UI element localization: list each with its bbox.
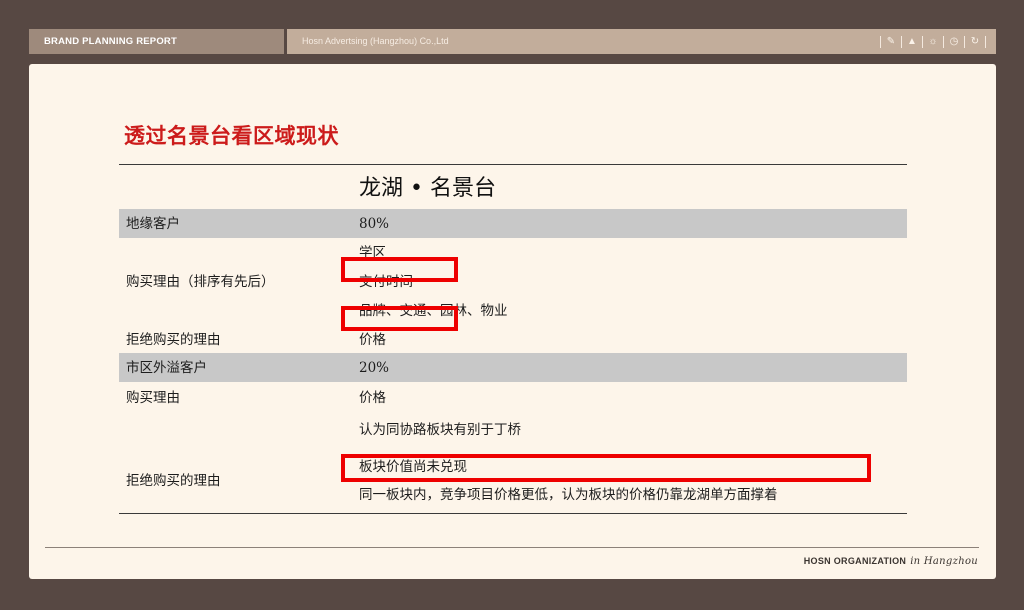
footer-rule bbox=[45, 547, 979, 548]
company-bar: Hosn Advertsing (Hangzhou) Co.,Ltd ✎ ▲ ☼… bbox=[287, 29, 996, 54]
footer-city: in Hangzhou bbox=[910, 556, 978, 567]
row-label: 拒绝购买的理由 bbox=[126, 332, 221, 348]
divider bbox=[964, 35, 965, 48]
row-value: 20% bbox=[359, 360, 390, 376]
toolbar-icons: ✎ ▲ ☼ ◷ ↻ bbox=[876, 29, 990, 54]
row-band bbox=[119, 209, 907, 238]
top-bar: BRAND PLANNING REPORT Hosn Advertsing (H… bbox=[29, 29, 996, 54]
table-top-rule bbox=[119, 164, 907, 165]
footer-org: HOSN ORGANIZATION bbox=[803, 556, 907, 566]
row-value: 价格 bbox=[359, 390, 386, 406]
sun-icon[interactable]: ☼ bbox=[927, 36, 939, 48]
row-value: 同一板块内，竞争项目价格更低，认为板块的价格仍靠龙湖单方面撑着 bbox=[359, 487, 778, 503]
divider bbox=[901, 35, 902, 48]
table-bottom-rule bbox=[119, 513, 907, 514]
divider bbox=[985, 35, 986, 48]
row-label: 购买理由 bbox=[126, 390, 180, 406]
slide: 透过名景台看区域现状 龙湖 • 名景台 地缘客户 80% 学区 购买理由（排序有… bbox=[29, 64, 996, 579]
row-label: 拒绝购买的理由 bbox=[126, 473, 221, 489]
row-value: 价格 bbox=[359, 332, 386, 348]
highlight-box bbox=[341, 454, 871, 482]
row-band bbox=[119, 353, 907, 382]
pencil-icon[interactable]: ✎ bbox=[885, 36, 897, 48]
lamp-icon[interactable]: ▲ bbox=[906, 36, 918, 48]
report-title: BRAND PLANNING REPORT bbox=[29, 29, 284, 54]
divider bbox=[880, 35, 881, 48]
row-label: 地缘客户 bbox=[126, 216, 180, 232]
divider bbox=[943, 35, 944, 48]
row-value: 认为同协路板块有别于丁桥 bbox=[359, 422, 521, 438]
column-header: 龙湖 • 名景台 bbox=[359, 176, 496, 201]
divider bbox=[922, 35, 923, 48]
highlight-box bbox=[341, 257, 458, 282]
clock-icon[interactable]: ◷ bbox=[948, 36, 960, 48]
footer: HOSN ORGANIZATION in Hangzhou bbox=[804, 556, 978, 567]
company-name: Hosn Advertsing (Hangzhou) Co.,Ltd bbox=[302, 36, 449, 46]
highlight-box bbox=[341, 306, 458, 331]
row-value: 80% bbox=[359, 216, 390, 232]
refresh-icon[interactable]: ↻ bbox=[969, 36, 981, 48]
row-label: 购买理由（排序有先后） bbox=[126, 274, 275, 290]
row-label: 市区外溢客户 bbox=[126, 360, 207, 376]
slide-title: 透过名景台看区域现状 bbox=[124, 124, 339, 148]
